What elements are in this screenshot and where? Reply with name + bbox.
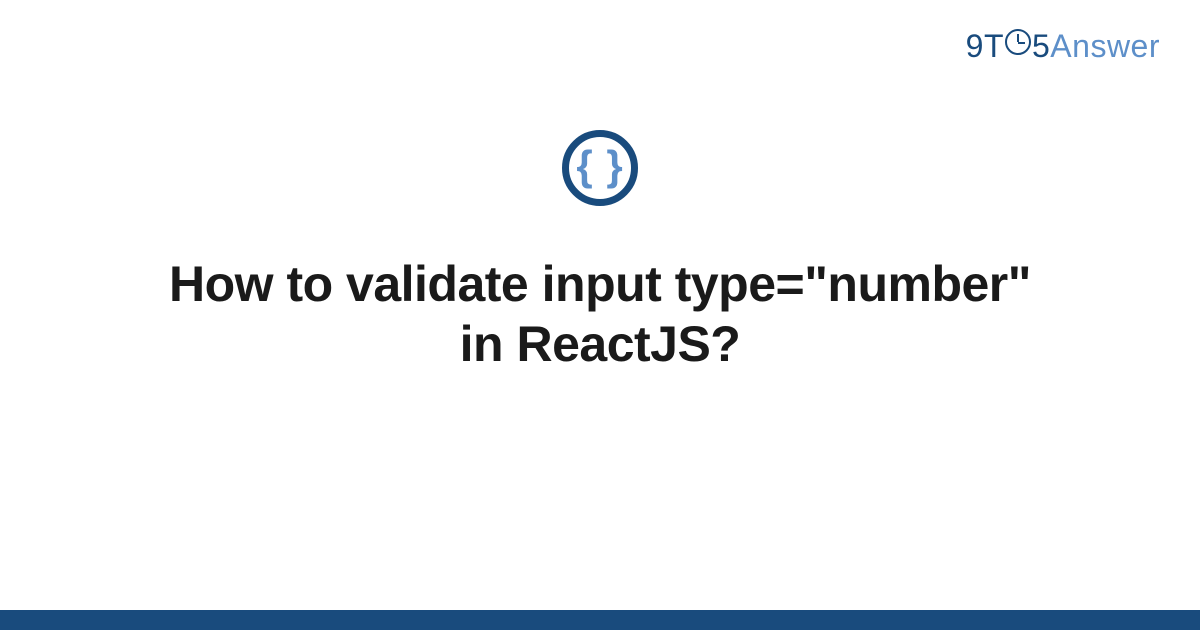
braces-glyph: { }: [576, 145, 623, 187]
page-title: How to validate input type="number" in R…: [150, 254, 1050, 374]
main-content: { } How to validate input type="number" …: [0, 130, 1200, 374]
footer-bar: [0, 610, 1200, 630]
clock-icon: [1005, 29, 1031, 55]
site-logo: 9T 5 Answer: [966, 28, 1160, 65]
logo-text-mid: 5: [1032, 28, 1050, 65]
logo-text-right: Answer: [1050, 28, 1160, 65]
code-braces-icon: { }: [562, 130, 638, 206]
logo-text-left: 9T: [966, 28, 1004, 65]
